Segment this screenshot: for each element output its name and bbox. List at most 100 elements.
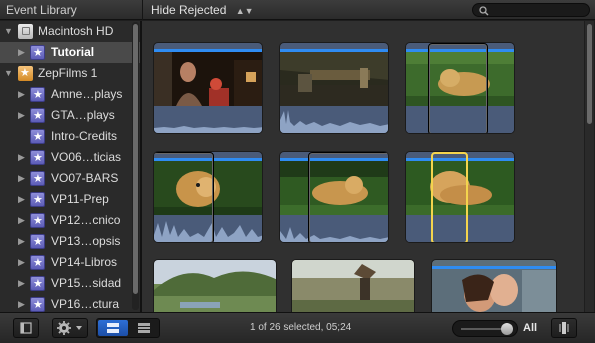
popup-arrows-icon: ▲▼ <box>235 6 254 16</box>
clip-thumbnail <box>154 260 276 312</box>
disclosure-closed-icon[interactable]: ▶ <box>18 105 25 126</box>
sidebar-toggle-icon <box>20 322 32 334</box>
sidebar-item-event[interactable]: ▶ Amne…plays <box>0 84 140 106</box>
clip-filmstrip[interactable] <box>279 42 389 134</box>
disclosure-open-icon[interactable]: ▼ <box>4 63 13 84</box>
filter-label: Hide Rejected <box>151 3 227 17</box>
sidebar-item-label: Intro-Credits <box>51 129 118 143</box>
filmstrip-view-icon <box>107 323 119 333</box>
list-view-button[interactable] <box>130 320 159 336</box>
skimmer-range <box>154 152 214 242</box>
sidebar-scrollbar[interactable] <box>132 22 139 310</box>
filter-popup[interactable]: Hide Rejected ▲▼ <box>151 3 254 17</box>
clip-appearance-icon <box>559 322 569 334</box>
disclosure-closed-icon[interactable]: ▶ <box>18 84 25 105</box>
event-star-icon <box>30 253 45 274</box>
clip-thumbnail <box>280 50 388 106</box>
event-star-icon <box>30 295 45 312</box>
sidebar-item-label: VO06…ticias <box>51 150 122 164</box>
browser-scrollbar[interactable] <box>585 21 594 312</box>
search-icon <box>479 6 489 16</box>
disclosure-closed-icon[interactable]: ▶ <box>18 210 25 231</box>
disclosure-closed-icon[interactable]: ▶ <box>18 273 25 294</box>
sidebar-item-label: VP15…sidad <box>51 276 122 290</box>
browser-toolbar: 1 of 26 selected, 05;24 All <box>0 312 595 343</box>
search-field[interactable] <box>472 3 590 17</box>
selection-range[interactable] <box>431 152 468 242</box>
clip-appearance-button[interactable] <box>551 318 577 338</box>
event-star-icon <box>30 190 45 211</box>
sidebar-item-event[interactable]: ▶ VO07-BARS <box>0 168 140 190</box>
event-star-icon <box>30 211 45 232</box>
list-view-icon <box>138 323 150 333</box>
disclosure-closed-icon[interactable]: ▶ <box>18 252 25 273</box>
disclosure-open-icon[interactable]: ▼ <box>4 21 13 42</box>
disclosure-closed-icon[interactable]: ▶ <box>18 294 25 312</box>
header-divider <box>142 0 143 20</box>
clip-filmstrip[interactable] <box>431 259 557 312</box>
clip-thumbnail <box>292 260 414 312</box>
sidebar-item-event[interactable]: ▶ VP14-Libros <box>0 252 140 274</box>
event-library-sidebar: ▼ Macintosh HD ▶ Tutorial ▼ ZepFilms 1 ▶… <box>0 21 140 312</box>
view-toggle-group <box>96 318 160 338</box>
sidebar-item-label: Macintosh HD <box>38 24 114 38</box>
clip-filmstrip[interactable] <box>153 151 263 243</box>
sidebar-item-event[interactable]: ▶ VP15…sidad <box>0 273 140 295</box>
sidebar-item-event[interactable]: ▶ VO06…ticias <box>0 147 140 169</box>
disclosure-closed-icon[interactable]: ▶ <box>18 147 25 168</box>
event-star-icon <box>30 232 45 253</box>
filmstrip-view-button[interactable] <box>98 320 128 336</box>
clip-filmstrip[interactable] <box>153 259 277 312</box>
sidebar-item-event[interactable]: ▶ VP13…opsis <box>0 231 140 253</box>
selection-status: 1 of 26 selected, 05;24 <box>250 322 352 333</box>
scroll-thumb[interactable] <box>133 24 138 294</box>
disclosure-closed-icon[interactable]: ▶ <box>18 231 25 252</box>
skimmer-range <box>308 152 388 242</box>
sidebar-item-event[interactable]: Intro-Credits <box>0 126 140 148</box>
skimmer-range <box>428 43 488 133</box>
slider-knob[interactable] <box>501 323 513 335</box>
clip-browser <box>142 21 584 312</box>
clip-zoom-slider[interactable] <box>452 320 518 337</box>
sidebar-item-label: VP14-Libros <box>51 255 118 269</box>
sidebar-item-label: ZepFilms 1 <box>38 66 98 80</box>
analysis-bar <box>154 49 262 52</box>
clip-filmstrip[interactable] <box>405 42 515 134</box>
sidebar-item-event[interactable]: ▶ VP12…cnico <box>0 210 140 232</box>
event-star-icon <box>30 274 45 295</box>
sidebar-item-label: VP13…opsis <box>51 234 121 248</box>
sidebar-item-label: Tutorial <box>51 45 95 59</box>
sidebar-item-event[interactable]: ▶ VP16…ctura <box>0 294 140 312</box>
sidebar-item-macintosh-hd[interactable]: ▼ Macintosh HD <box>0 21 140 42</box>
sidebar-item-label: VO07-BARS <box>51 171 119 185</box>
event-star-icon <box>30 85 45 106</box>
sidebar-item-label: VP16…ctura <box>51 297 120 311</box>
clip-thumbnail <box>432 260 556 312</box>
toggle-library-button[interactable] <box>13 318 39 338</box>
zoom-all-label: All <box>523 322 538 334</box>
event-star-icon <box>30 148 45 169</box>
disclosure-closed-icon[interactable]: ▶ <box>18 189 25 210</box>
sidebar-item-label: VP11-Prep <box>51 192 109 206</box>
sidebar-item-tutorial[interactable]: ▶ Tutorial <box>0 42 140 64</box>
sidebar-item-zepfilms[interactable]: ▼ ZepFilms 1 <box>0 63 140 84</box>
scroll-thumb[interactable] <box>587 24 592 124</box>
disclosure-closed-icon[interactable]: ▶ <box>18 168 25 189</box>
clip-filmstrip[interactable] <box>279 151 389 243</box>
disclosure-closed-icon[interactable]: ▶ <box>18 42 25 63</box>
clip-filmstrip-selected[interactable] <box>405 151 515 243</box>
audio-waveform <box>154 106 262 133</box>
event-star-icon <box>30 106 45 127</box>
sidebar-item-event[interactable]: ▶ GTA…plays <box>0 105 140 127</box>
event-star-icon <box>30 127 45 148</box>
browser-header: Event Library Hide Rejected ▲▼ <box>0 0 595 20</box>
clip-filmstrip[interactable] <box>291 259 415 312</box>
project-star-icon <box>18 63 33 84</box>
sidebar-item-event[interactable]: ▶ VP11-Prep <box>0 189 140 211</box>
event-star-icon <box>30 43 45 64</box>
action-menu-button[interactable] <box>52 318 88 338</box>
gear-icon <box>57 321 82 335</box>
clip-thumbnail <box>154 50 262 106</box>
clip-filmstrip[interactable] <box>153 42 263 134</box>
event-star-icon <box>30 169 45 190</box>
